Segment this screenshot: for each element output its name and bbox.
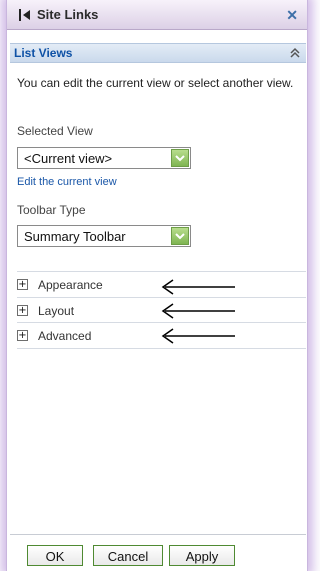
footer-divider [10, 534, 306, 535]
section-title: List Views [14, 46, 73, 60]
close-icon[interactable]: ✕ [286, 7, 298, 24]
selected-view-label: Selected View [17, 124, 93, 138]
cancel-button[interactable]: Cancel [93, 545, 163, 566]
expander-label: Layout [38, 304, 75, 318]
divider [17, 297, 306, 298]
annotation-arrow-icon [161, 328, 235, 344]
toolbar-type-label: Toolbar Type [17, 203, 86, 217]
annotation-arrow-icon [161, 303, 235, 319]
pane-title: Site Links [37, 7, 99, 22]
collapse-section-icon[interactable] [289, 47, 301, 59]
expander-label: Advanced [38, 329, 92, 343]
ok-button[interactable]: OK [27, 545, 83, 566]
view-description: You can edit the current view or select … [17, 76, 294, 90]
divider [17, 322, 306, 323]
apply-button[interactable]: Apply [169, 545, 235, 566]
back-arrow-icon[interactable] [19, 9, 31, 21]
pane-title-bar: Site Links ✕ [7, 0, 307, 30]
plus-icon[interactable]: + [17, 279, 28, 290]
divider [17, 348, 306, 349]
list-views-header[interactable]: List Views [10, 43, 306, 63]
toolbar-type-dropdown[interactable]: Summary Toolbar [17, 225, 191, 247]
edit-current-view-link[interactable]: Edit the current view [17, 176, 117, 188]
tool-pane: Site Links ✕ List Views You can edit the… [6, 0, 308, 571]
selected-view-dropdown[interactable]: <Current view> [17, 147, 191, 169]
annotation-arrow-icon [161, 279, 235, 295]
plus-icon[interactable]: + [17, 330, 28, 341]
toolbar-type-value: Summary Toolbar [24, 228, 126, 244]
chevron-down-icon[interactable] [171, 149, 189, 167]
divider [17, 271, 306, 272]
selected-view-value: <Current view> [24, 150, 113, 166]
expander-label: Appearance [38, 278, 103, 292]
chevron-down-icon[interactable] [171, 227, 189, 245]
plus-icon[interactable]: + [17, 305, 28, 316]
